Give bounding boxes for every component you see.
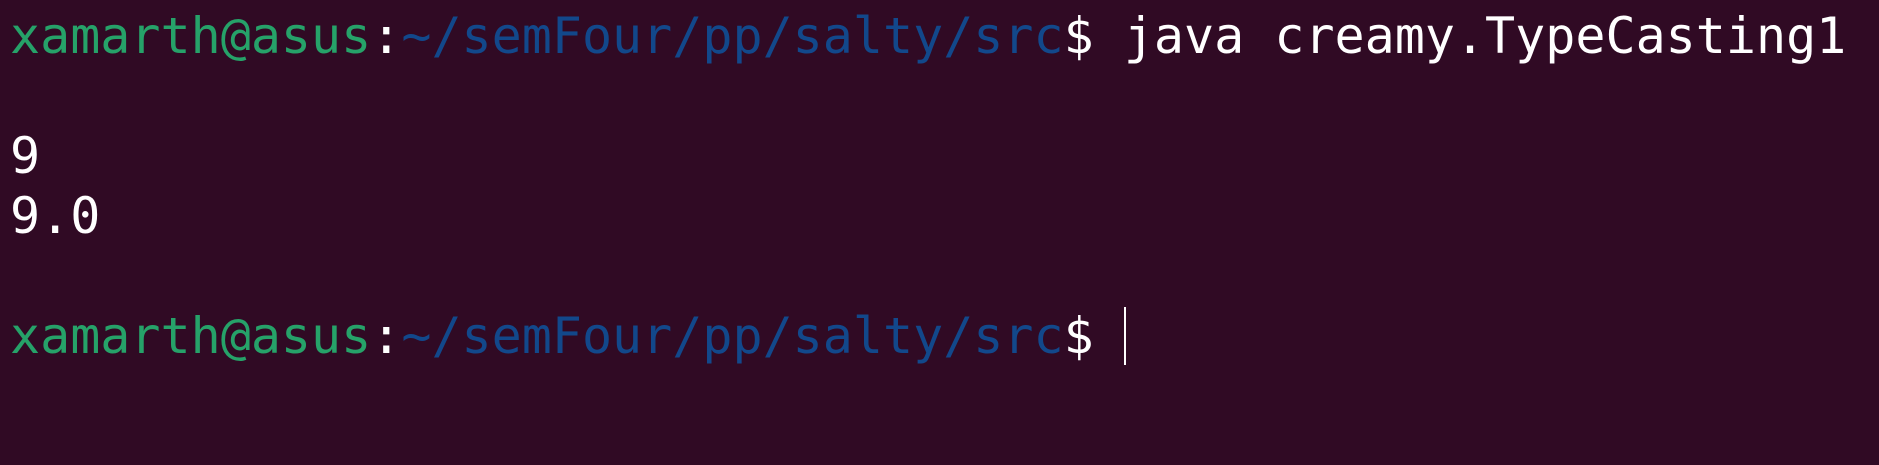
output-line: 9.0: [10, 187, 101, 245]
command-line: xamarth@asus:~/semFour/pp/salty/src$ jav…: [10, 6, 1879, 66]
prompt-separator: :: [371, 307, 402, 365]
prompt-user-host: xamarth@asus: [10, 7, 372, 65]
command-text: java creamy.TypeCasting1: [1123, 7, 1847, 65]
prompt-path: ~/semFour/pp/salty/src: [401, 307, 1064, 365]
prompt-separator: :: [371, 7, 402, 65]
prompt-path: ~/semFour/pp/salty/src: [401, 7, 1064, 65]
prompt-symbol: $: [1063, 307, 1094, 365]
terminal-window[interactable]: xamarth@asus:~/semFour/pp/salty/src$ jav…: [0, 0, 1879, 465]
prompt-user-host: xamarth@asus: [10, 307, 372, 365]
active-prompt-line[interactable]: xamarth@asus:~/semFour/pp/salty/src$: [10, 306, 1879, 366]
text-cursor[interactable]: [1123, 306, 1126, 365]
prompt-symbol: $: [1063, 7, 1094, 65]
output-line: 9: [10, 127, 41, 185]
